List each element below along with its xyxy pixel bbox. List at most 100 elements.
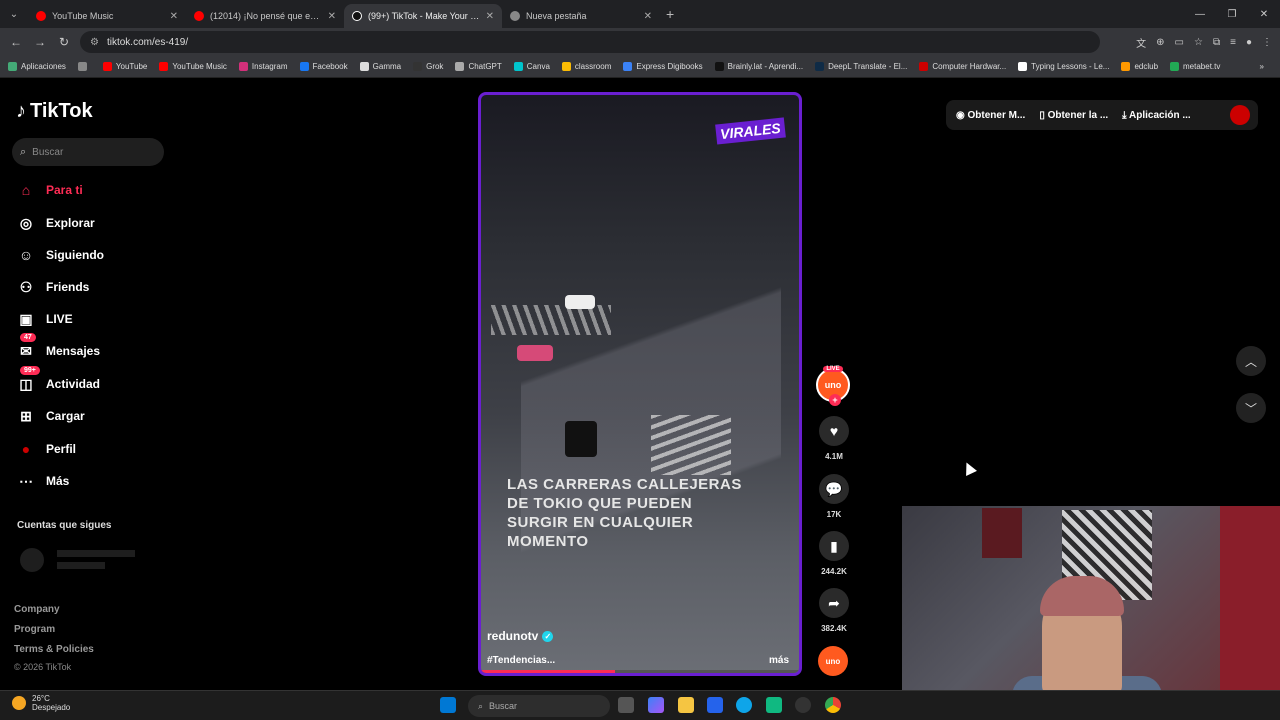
task-view-icon[interactable]	[618, 697, 634, 713]
browser-tab-strip: ⌄ YouTube Music ✕ (12014) ¡No pensé que e…	[0, 0, 1280, 28]
close-tab-icon[interactable]: ✕	[328, 11, 336, 22]
url-field[interactable]: ⚙ tiktok.com/es-419/	[80, 31, 1100, 53]
previous-video-button[interactable]: ︿	[1236, 346, 1266, 376]
share-button[interactable]: ➦ 382.4K	[816, 588, 852, 633]
next-video-button[interactable]: ﹀	[1236, 393, 1266, 423]
tiktok-logo[interactable]: ♪ TikTok	[16, 100, 93, 123]
extensions-icon[interactable]: ⧉	[1213, 37, 1220, 48]
footer-link-terms[interactable]: Terms & Policies	[14, 644, 94, 655]
sidebar-item-perfil[interactable]: ● Perfil	[16, 439, 76, 459]
maximize-icon[interactable]: ❐	[1216, 0, 1248, 28]
reload-icon[interactable]: ↻	[52, 35, 76, 49]
live-icon: ▣	[19, 310, 33, 327]
browser-menu-icon[interactable]: ⋮	[1262, 37, 1272, 48]
close-window-icon[interactable]: ✕	[1248, 0, 1280, 28]
bookmark-item[interactable]: ChatGPT	[455, 62, 502, 71]
bookmark-item[interactable]: metabet.tv	[1170, 62, 1220, 71]
desktop-app-button[interactable]: ⤓ Aplicación ...	[1122, 110, 1191, 121]
video-progress-bar[interactable]	[481, 670, 799, 673]
browser-tab-active[interactable]: (99+) TikTok - Make Your Day ✕	[344, 4, 502, 28]
minimize-icon[interactable]: —	[1184, 0, 1216, 28]
back-icon[interactable]: ←	[4, 35, 28, 49]
sidebar-item-mas[interactable]: ⋯ Más	[16, 471, 69, 491]
video-hashtags[interactable]: #Tendencias...	[487, 655, 555, 666]
windows-start-icon[interactable]	[440, 697, 456, 713]
bookmark-item[interactable]: Canva	[513, 62, 550, 71]
sidebar-item-actividad[interactable]: ◫ 99+ Actividad	[16, 366, 100, 394]
reading-list-icon[interactable]: ≡	[1230, 37, 1236, 48]
bookmark-item[interactable]: Brainly.lat - Aprendi...	[714, 62, 803, 71]
sidebar-item-friends[interactable]: ⚇ Friends	[16, 277, 90, 297]
footer-link-company[interactable]: Company	[14, 604, 60, 615]
bookmark-item[interactable]: Grok	[413, 62, 443, 71]
save-button[interactable]: ▮ 244.2K	[816, 531, 852, 576]
bookmarks-overflow-icon[interactable]: »	[1260, 62, 1264, 71]
virales-badge: VIRALES	[715, 117, 786, 145]
zoom-icon[interactable]: ⊕	[1156, 37, 1164, 48]
bookmark-item[interactable]: Facebook	[299, 62, 348, 71]
forward-icon[interactable]: →	[28, 35, 52, 49]
app-icon[interactable]	[795, 697, 811, 713]
chrome-icon[interactable]	[825, 697, 841, 713]
more-description-button[interactable]: más	[769, 655, 789, 666]
taskbar-search[interactable]: ⌕ Buscar	[468, 695, 610, 717]
notification-badge: 47	[20, 333, 36, 342]
bookmark-item[interactable]: Gamma	[359, 62, 401, 71]
bookmark-item[interactable]: YouTube Music	[159, 62, 227, 71]
sidebar-item-cargar[interactable]: ⊞ Cargar	[16, 406, 85, 426]
search-input[interactable]: ⌕ Buscar	[12, 138, 164, 166]
file-explorer-icon[interactable]	[678, 697, 694, 713]
get-app-button[interactable]: ▯ Obtener la ...	[1039, 110, 1108, 121]
live-badge: LIVE	[823, 366, 843, 372]
app-icon[interactable]	[766, 697, 782, 713]
following-section-title: Cuentas que sigues	[17, 520, 112, 531]
footer-link-program[interactable]: Program	[14, 624, 55, 635]
bookmark-item[interactable]: classroom	[561, 62, 611, 71]
comment-button[interactable]: 💬 17K	[816, 474, 852, 519]
bookmark-item[interactable]: YouTube	[102, 62, 147, 71]
video-player[interactable]: VIRALES LAS CARRERAS CALLEJERAS DE TOKIO…	[478, 92, 802, 676]
creator-avatar[interactable]: LIVE uno +	[816, 366, 850, 406]
sidebar-item-mensajes[interactable]: ✉ 47 Mensajes	[16, 333, 100, 361]
music-disc-icon[interactable]: uno	[818, 646, 848, 676]
bookmark-item[interactable]	[77, 62, 91, 71]
browser-tab[interactable]: (12014) ¡No pensé que esto pa...✕	[186, 4, 344, 28]
sidebar-item-siguiendo[interactable]: ☺ Siguiendo	[16, 245, 104, 265]
video-author[interactable]: redunotv ✓	[487, 629, 554, 643]
bookmark-item[interactable]: Computer Hardwar...	[919, 62, 1006, 71]
like-button[interactable]: ♥ 4.1M	[816, 416, 852, 461]
store-icon[interactable]	[707, 697, 723, 713]
video-frame-crosswalk	[651, 415, 731, 475]
close-tab-icon[interactable]: ✕	[170, 11, 178, 22]
weather-widget[interactable]: 26°C Despejado	[12, 694, 70, 712]
get-coins-button[interactable]: ◉ Obtener M...	[956, 110, 1025, 121]
bookmark-item[interactable]: Express Digibooks	[623, 62, 703, 71]
sidebar-item-para-ti[interactable]: ⌂ Para ti	[16, 180, 83, 200]
bookmark-star-icon[interactable]: ☆	[1194, 37, 1203, 48]
search-icon: ⌕	[478, 700, 484, 711]
copilot-icon[interactable]	[648, 697, 664, 713]
user-avatar[interactable]	[1230, 105, 1250, 125]
bookmark-item[interactable]: Instagram	[238, 62, 288, 71]
sidebar-item-explorar[interactable]: ◎ Explorar	[16, 213, 95, 233]
close-tab-icon[interactable]: ✕	[486, 11, 494, 22]
bookmark-item[interactable]: Typing Lessons - Le...	[1018, 62, 1109, 71]
site-info-icon[interactable]: ⚙	[90, 37, 99, 48]
edge-icon[interactable]	[736, 697, 752, 713]
browser-tab[interactable]: Nueva pestaña ✕	[502, 4, 660, 28]
bookmark-item[interactable]: DeepL Translate - El...	[815, 62, 907, 71]
messages-icon: ✉ 47	[16, 333, 36, 361]
bookmark-item[interactable]: edclub	[1121, 62, 1158, 71]
new-tab-button[interactable]: +	[666, 6, 674, 22]
profile-avatar-icon[interactable]: ●	[1246, 37, 1252, 48]
install-icon[interactable]: ▭	[1175, 37, 1184, 48]
chevron-down-icon: ﹀	[1244, 401, 1257, 416]
bookmarks-bar: Aplicaciones YouTube YouTube Music Insta…	[0, 56, 1280, 78]
browser-tab[interactable]: YouTube Music ✕	[28, 4, 186, 28]
sidebar-item-live[interactable]: ▣ LIVE	[16, 309, 72, 329]
translate-icon[interactable]: 文	[1136, 35, 1146, 50]
tab-search-icon[interactable]: ⌄	[0, 0, 28, 28]
close-tab-icon[interactable]: ✕	[644, 11, 652, 22]
bookmark-item[interactable]: Aplicaciones	[8, 62, 66, 71]
follow-plus-icon[interactable]: +	[829, 394, 841, 406]
